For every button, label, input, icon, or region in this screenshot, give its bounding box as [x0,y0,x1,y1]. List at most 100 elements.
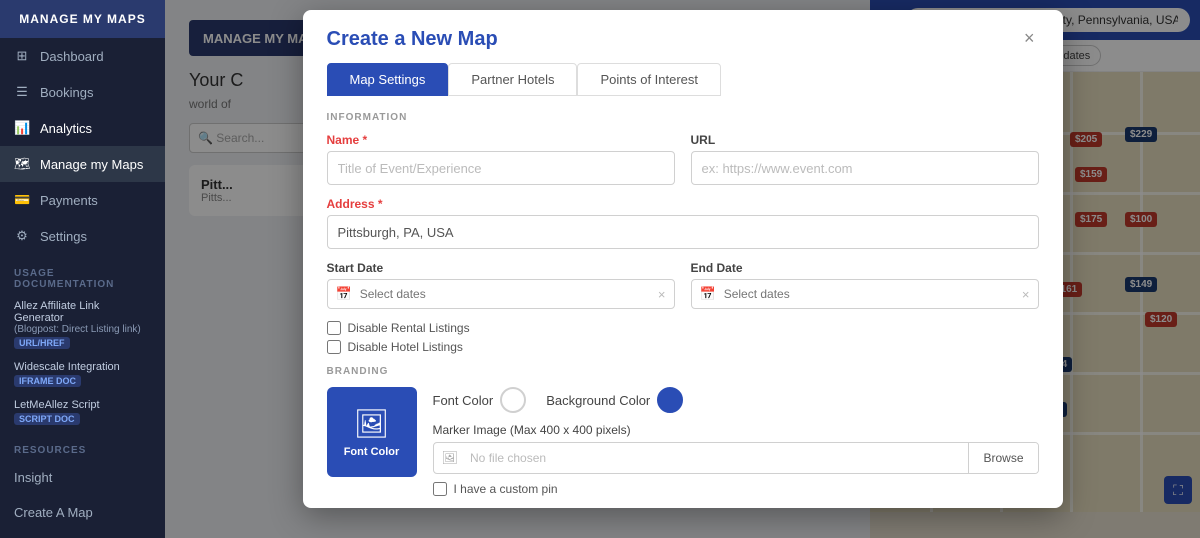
image-icon: 🖼 [354,407,390,440]
custom-pin-label: I have a custom pin [454,482,558,496]
usage-item-affiliate[interactable]: Allez Affiliate Link Generator (Blogpost… [0,294,165,355]
end-date-label: End Date [691,261,1039,275]
sidebar-nav: ⊞ Dashboard ☰ Bookings 📊 Analytics 🗺 Man… [0,38,165,538]
main-area: 🌐 Filters 👥 2 Guests Select dates $70 $2… [165,0,1200,538]
end-date-group: End Date 📅 × [691,261,1039,309]
disable-hotel-checkbox[interactable]: Disable Hotel Listings [327,340,1039,354]
end-date-input[interactable] [724,280,1014,308]
disable-hotel-label: Disable Hotel Listings [348,340,463,354]
branding-section-label: BRANDING [327,366,1039,377]
file-icon: 🖼 [434,450,467,466]
address-label: Address * [327,197,1039,211]
usage-item-letme[interactable]: LetMeAllez Script SCRIPT DOC [0,393,165,431]
modal-body: INFORMATION Name * URL Address * [303,96,1063,508]
marker-label: Marker Image (Max 400 x 400 pixels) [433,423,1039,437]
usage-section-title: USAGE DOCUMENTATION [0,254,165,294]
sidebar-item-bookings[interactable]: ☰ Bookings [0,74,165,110]
letme-label: LetMeAllez Script [14,399,151,411]
bookings-icon: ☰ [14,84,30,100]
modal-tabs: Map Settings Partner Hotels Points of In… [303,51,1063,96]
insight-label: Insight [14,470,52,485]
affiliate-label: Allez Affiliate Link Generator [14,300,151,324]
checkbox-row: Disable Rental Listings Disable Hotel Li… [327,321,1039,354]
font-color-picker[interactable] [500,387,526,413]
start-date-label: Start Date [327,261,675,275]
sidebar-item-payments[interactable]: 💳 Payments [0,182,165,218]
calendar-icon: 📅 [328,286,360,302]
sidebar-item-create-map[interactable]: Create A Map [0,495,165,530]
branding-options: Font Color Background Color Marker Image… [433,387,1039,496]
custom-pin-checkbox[interactable]: I have a custom pin [433,482,1039,496]
name-url-row: Name * URL [327,133,1039,185]
settings-icon: ⚙ [14,228,30,244]
disable-hotel-input[interactable] [327,340,341,354]
usage-item-widescale[interactable]: Widescale Integration IFRAME DOC [0,355,165,393]
sidebar: MANAGE MY MAPS ⊞ Dashboard ☰ Bookings 📊 … [0,0,165,538]
address-input[interactable] [327,215,1039,249]
tab-map-settings[interactable]: Map Settings [327,63,449,96]
sidebar-logo: MANAGE MY MAPS [0,0,165,38]
disable-rental-checkbox[interactable]: Disable Rental Listings [327,321,1039,335]
branding-row: 🖼 Font Color Font Color Background Color [327,387,1039,496]
sidebar-item-label: Analytics [40,121,92,136]
marker-row: Marker Image (Max 400 x 400 pixels) 🖼 No… [433,423,1039,474]
sidebar-item-label: Payments [40,193,98,208]
modal-title: Create a New Map [327,28,498,51]
name-group: Name * [327,133,675,185]
date-row: Start Date 📅 × End Date 📅 × [327,261,1039,309]
disable-rental-label: Disable Rental Listings [348,321,470,335]
color-preview-box: 🖼 Font Color [327,387,417,477]
file-input-row: 🖼 No file chosen Browse [433,442,1039,474]
custom-pin-input[interactable] [433,482,447,496]
tab-partner-hotels[interactable]: Partner Hotels [448,63,577,96]
create-map-modal: Create a New Map × Map Settings Partner … [303,10,1063,508]
sidebar-item-label: Settings [40,229,87,244]
create-map-label: Create A Map [14,505,93,520]
calendar-icon-end: 📅 [692,286,724,302]
start-date-input-wrap: 📅 × [327,279,675,309]
end-date-clear-button[interactable]: × [1014,287,1038,302]
affiliate-badge: URL/HREF [14,337,70,349]
start-date-input[interactable] [360,280,650,308]
affiliate-sublabel: (Blogpost: Direct Listing link) [14,324,151,335]
disable-rental-input[interactable] [327,321,341,335]
widescale-label: Widescale Integration [14,361,151,373]
widescale-badge: IFRAME DOC [14,375,81,387]
letme-badge: SCRIPT DOC [14,413,80,425]
start-date-clear-button[interactable]: × [650,287,674,302]
sidebar-item-label: Manage my Maps [40,157,143,172]
color-row: Font Color Background Color [433,387,1039,413]
sidebar-item-manage-maps[interactable]: 🗺 Manage my Maps [0,146,165,182]
sidebar-item-label: Dashboard [40,49,104,64]
url-label: URL [691,133,1039,147]
name-input[interactable] [327,151,675,185]
sidebar-item-dashboard[interactable]: ⊞ Dashboard [0,38,165,74]
url-group: URL [691,133,1039,185]
resources-section-title: RESOURCES [0,431,165,460]
analytics-icon: 📊 [14,120,30,136]
sidebar-item-analytics[interactable]: 📊 Analytics [0,110,165,146]
sidebar-item-label: Bookings [40,85,93,100]
end-date-input-wrap: 📅 × [691,279,1039,309]
payments-icon: 💳 [14,192,30,208]
file-placeholder: No file chosen [466,451,968,465]
sidebar-item-insight[interactable]: Insight [0,460,165,495]
color-preview-label: Font Color [344,446,400,458]
browse-button[interactable]: Browse [968,443,1037,473]
background-color-option: Background Color [546,387,683,413]
dashboard-icon: ⊞ [14,48,30,64]
information-section-label: INFORMATION [327,112,1039,123]
font-color-label: Font Color [433,393,494,408]
url-input[interactable] [691,151,1039,185]
tab-points-interest[interactable]: Points of Interest [577,63,721,96]
address-group: Address * [327,197,1039,249]
name-label: Name * [327,133,675,147]
sidebar-item-settings[interactable]: ⚙ Settings [0,218,165,254]
background-color-label: Background Color [546,393,650,408]
maps-icon: 🗺 [14,156,30,172]
font-color-option: Font Color [433,387,527,413]
modal-close-button[interactable]: × [1020,28,1039,49]
modal-header: Create a New Map × [303,10,1063,51]
background-color-picker[interactable] [657,387,683,413]
start-date-group: Start Date 📅 × [327,261,675,309]
